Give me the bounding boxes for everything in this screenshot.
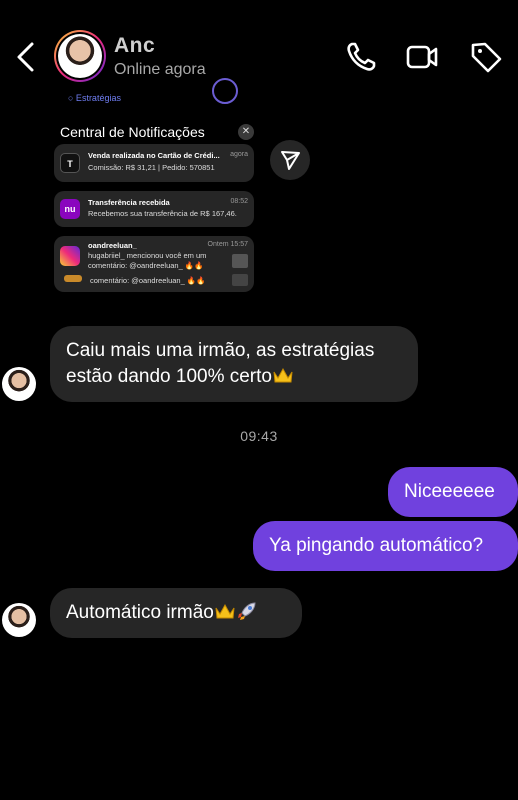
- outgoing-message[interactable]: Niceeeeee: [388, 467, 518, 517]
- notification-body-line3: comentário: @oandreeluan_ 🔥🔥: [90, 276, 206, 285]
- sale-app-icon: T: [60, 153, 80, 173]
- close-icon: ✕: [238, 124, 254, 140]
- message-text: Automático irmão: [66, 602, 214, 623]
- shared-screenshot-image[interactable]: ○ Estratégias Central de Notificações ✕ …: [52, 78, 314, 298]
- post-thumbnail: [232, 274, 248, 286]
- notification-time: Ontem 15:57: [207, 241, 248, 248]
- comment-thumbnail: [64, 275, 82, 282]
- send-icon: [281, 151, 300, 170]
- rocket-icon: [237, 602, 256, 620]
- message-text: Caiu mais uma irmão, as estratégias: [66, 340, 375, 361]
- instagram-icon: [60, 246, 80, 266]
- notification-center-title: Central de Notificações: [60, 124, 205, 140]
- notification-card: oandreeluan_ hugabriiel_ mencionou você …: [54, 236, 254, 292]
- notification-body-line2: comentário: @oandreeluan_ 🔥🔥: [88, 261, 204, 270]
- message-timestamp: 09:43: [240, 428, 278, 444]
- notification-card: nu Transferência recebida Recebemos sua …: [54, 191, 254, 227]
- notification-card: T Venda realizada no Cartão de Crédi... …: [54, 144, 254, 182]
- video-camera-icon[interactable]: [405, 40, 439, 74]
- share-button[interactable]: [270, 140, 310, 180]
- screenshot-ring-decoration: [212, 78, 238, 104]
- nubank-icon: nu: [60, 199, 80, 219]
- contact-avatar[interactable]: [54, 30, 106, 82]
- outgoing-message[interactable]: Ya pingando automático?: [253, 521, 518, 571]
- sender-avatar[interactable]: [2, 367, 36, 401]
- crown-icon: [215, 603, 235, 619]
- notification-body: hugabriiel_ mencionou você em um: [88, 251, 207, 260]
- notification-time: 08:52: [230, 198, 248, 205]
- post-thumbnail: [232, 254, 248, 268]
- phone-icon[interactable]: [344, 40, 378, 74]
- contact-name[interactable]: Anc: [114, 34, 155, 58]
- notification-body: Recebemos sua transferência de R$ 167,46…: [88, 209, 237, 218]
- tag-icon[interactable]: [469, 40, 503, 74]
- notification-title: Transferência recebida: [88, 198, 170, 207]
- chat-header: Anc Online agora: [0, 0, 518, 100]
- back-arrow-icon[interactable]: [10, 40, 40, 74]
- notification-time: agora: [230, 151, 248, 158]
- incoming-message[interactable]: Caiu mais uma irmão, as estratégias estã…: [50, 326, 418, 402]
- notification-title: Venda realizada no Cartão de Crédi...: [88, 151, 220, 160]
- notification-title: oandreeluan_: [88, 241, 137, 250]
- incoming-message[interactable]: Automático irmão: [50, 588, 302, 638]
- crown-icon: [273, 367, 293, 383]
- online-status: Online agora: [114, 61, 206, 78]
- screenshot-top-label: ○ Estratégias: [68, 93, 121, 103]
- message-text-line2: estão dando 100% certo: [66, 364, 402, 390]
- notification-body: Comissão: R$ 31,21 | Pedido: 570851: [88, 163, 215, 172]
- sender-avatar[interactable]: [2, 603, 36, 637]
